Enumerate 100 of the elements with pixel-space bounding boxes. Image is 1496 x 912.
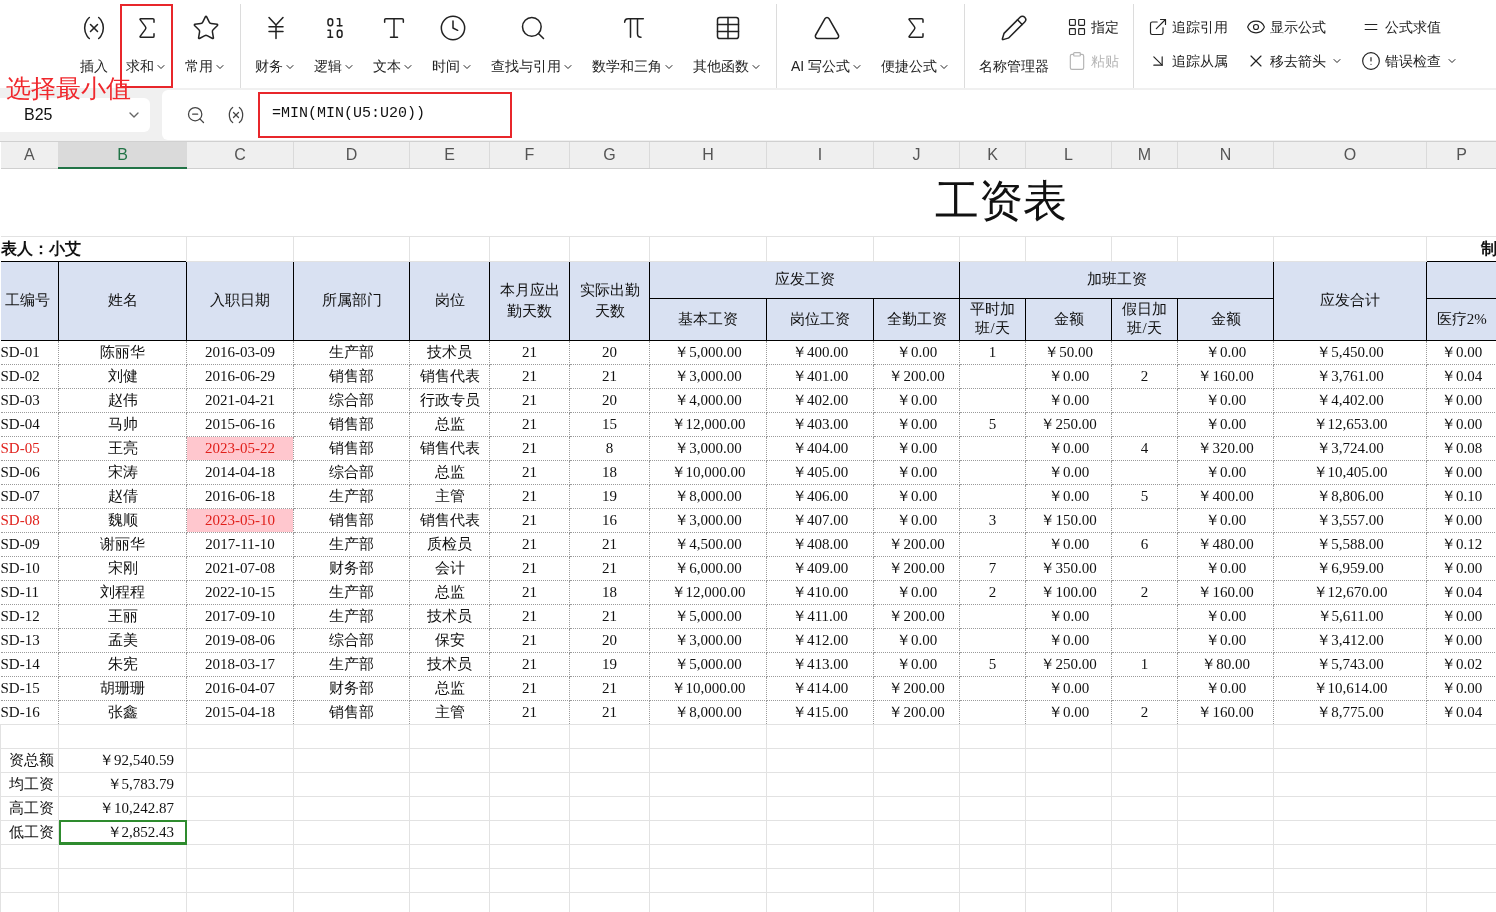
- table-cell: ￥0.00: [873, 652, 960, 676]
- ribbon-button[interactable]: 便捷公式: [875, 4, 957, 88]
- column-letter[interactable]: A: [0, 142, 59, 168]
- table-cell: 1: [959, 340, 1026, 364]
- ribbon-button[interactable]: 查找与引用: [485, 4, 580, 88]
- table-cell: 21: [569, 556, 650, 580]
- column-letter[interactable]: N: [1177, 142, 1274, 168]
- ribbon-button[interactable]: 数学和三角: [586, 4, 681, 88]
- table-cell: 生产部: [293, 580, 410, 604]
- table-cell: 21: [569, 676, 650, 700]
- ribbon-button[interactable]: 其他函数: [687, 4, 768, 88]
- column-letter[interactable]: J: [873, 142, 960, 168]
- table-cell: 陈丽华: [58, 340, 187, 364]
- table-cell[interactable]: ￥5,783.79: [58, 772, 187, 796]
- table-cell: 21: [489, 340, 570, 364]
- column-letter[interactable]: B: [58, 142, 187, 168]
- pencil-icon: [1000, 14, 1029, 42]
- table-cell: 18: [569, 580, 650, 604]
- table-cell: 刘健: [58, 364, 187, 388]
- table-cell: 高工资: [0, 796, 59, 820]
- table-cell: ￥100.00: [1025, 580, 1112, 604]
- ribbon-button[interactable]: 错误检查: [1355, 46, 1465, 76]
- table-cell: ￥0.00: [1177, 460, 1274, 484]
- table-cell: ￥413.00: [766, 652, 874, 676]
- table-cell: 低工资: [0, 820, 59, 844]
- table-cell: 会计: [409, 556, 490, 580]
- table-cell: 均工资: [0, 772, 59, 796]
- column-letter[interactable]: K: [959, 142, 1026, 168]
- ribbon-button[interactable]: 指定: [1061, 12, 1126, 42]
- table-cell: ￥0.00: [873, 340, 960, 364]
- table-cell: ￥5,000.00: [649, 604, 767, 628]
- column-header: 应发合计: [1273, 261, 1427, 340]
- table-cell: ￥5,000.00: [649, 340, 767, 364]
- table-cell: 5: [1111, 484, 1178, 508]
- table-cell: SD-12: [0, 604, 59, 628]
- table-cell: ￥402.00: [766, 388, 874, 412]
- table-cell: 2016-04-07: [186, 676, 294, 700]
- table-cell: 销售部: [293, 412, 410, 436]
- column-letter[interactable]: H: [649, 142, 767, 168]
- table-cell: ￥5,450.00: [1273, 340, 1427, 364]
- table-cell: ￥408.00: [766, 532, 874, 556]
- column-letter[interactable]: I: [766, 142, 874, 168]
- table-cell: 销售代表: [409, 436, 490, 460]
- column-letter[interactable]: F: [489, 142, 570, 168]
- ribbon-button[interactable]: 财务: [249, 4, 302, 88]
- table-cell: 2017-09-10: [186, 604, 294, 628]
- table-cell: 王丽: [58, 604, 187, 628]
- table-cell: 21: [569, 604, 650, 628]
- column-letter[interactable]: E: [409, 142, 490, 168]
- table-cell: 刘程程: [58, 580, 187, 604]
- table-cell: 21: [489, 436, 570, 460]
- table-cell: 21: [489, 388, 570, 412]
- formula-field[interactable]: =MIN(MIN(U5:U20)): [162, 89, 1496, 140]
- table-cell: 21: [489, 604, 570, 628]
- table-cell: ￥0.00: [1025, 484, 1112, 508]
- column-header: 加班工资: [959, 261, 1274, 298]
- table-cell: ￥5,611.00: [1273, 604, 1427, 628]
- ribbon-button[interactable]: AI 写公式: [785, 4, 870, 88]
- table-cell: 质检员: [409, 532, 490, 556]
- table-cell[interactable]: ￥2,852.43: [58, 820, 187, 844]
- column-letter[interactable]: D: [293, 142, 410, 168]
- table-cell: 技术员: [409, 604, 490, 628]
- table-cell: ￥12,000.00: [649, 412, 767, 436]
- table-cell: ￥8,000.00: [649, 484, 767, 508]
- column-header: 实际出勤天数: [569, 261, 650, 340]
- column-letter[interactable]: L: [1025, 142, 1112, 168]
- table-cell: SD-04: [0, 412, 59, 436]
- ribbon-button[interactable]: 公式求值: [1355, 12, 1465, 42]
- zoom-icon: [186, 104, 206, 125]
- table-cell: ￥200.00: [873, 364, 960, 388]
- table-cell: ￥6,000.00: [649, 556, 767, 580]
- table-cell: ￥0.00: [1177, 412, 1274, 436]
- table-cell: ￥10,000.00: [649, 460, 767, 484]
- table-cell: ￥410.00: [766, 580, 874, 604]
- ribbon-button[interactable]: 显示公式: [1240, 12, 1350, 42]
- table-cell: 表人：小艾: [0, 236, 187, 261]
- column-letter[interactable]: O: [1273, 142, 1427, 168]
- ribbon-button[interactable]: 名称管理器: [973, 4, 1056, 88]
- triangle-icon: [813, 14, 842, 42]
- column-letter[interactable]: P: [1426, 142, 1496, 168]
- ribbon-button[interactable]: 移去箭头: [1240, 46, 1350, 76]
- ribbon-button[interactable]: 追踪从属: [1142, 46, 1235, 76]
- table-cell[interactable]: ￥92,540.59: [58, 748, 187, 772]
- column-letter[interactable]: M: [1111, 142, 1178, 168]
- table-cell: 18: [569, 460, 650, 484]
- cell-reference: B25: [24, 104, 53, 125]
- ribbon-button[interactable]: 常用: [179, 4, 232, 88]
- table-cell: 5: [959, 652, 1026, 676]
- table-cell: SD-16: [0, 700, 59, 724]
- column-letter[interactable]: C: [186, 142, 294, 168]
- table-cell: 总监: [409, 460, 490, 484]
- arrow-out-icon: [1148, 17, 1169, 37]
- ribbon-button[interactable]: 逻辑: [308, 4, 361, 88]
- table-cell: ￥80.00: [1177, 652, 1274, 676]
- ribbon-button[interactable]: 追踪引用: [1142, 12, 1235, 42]
- table-cell: ￥400.00: [766, 340, 874, 364]
- column-letter[interactable]: G: [569, 142, 650, 168]
- table-cell: ￥480.00: [1177, 532, 1274, 556]
- ribbon-button[interactable]: 文本: [367, 4, 420, 88]
- ribbon-button[interactable]: 时间: [426, 4, 479, 88]
